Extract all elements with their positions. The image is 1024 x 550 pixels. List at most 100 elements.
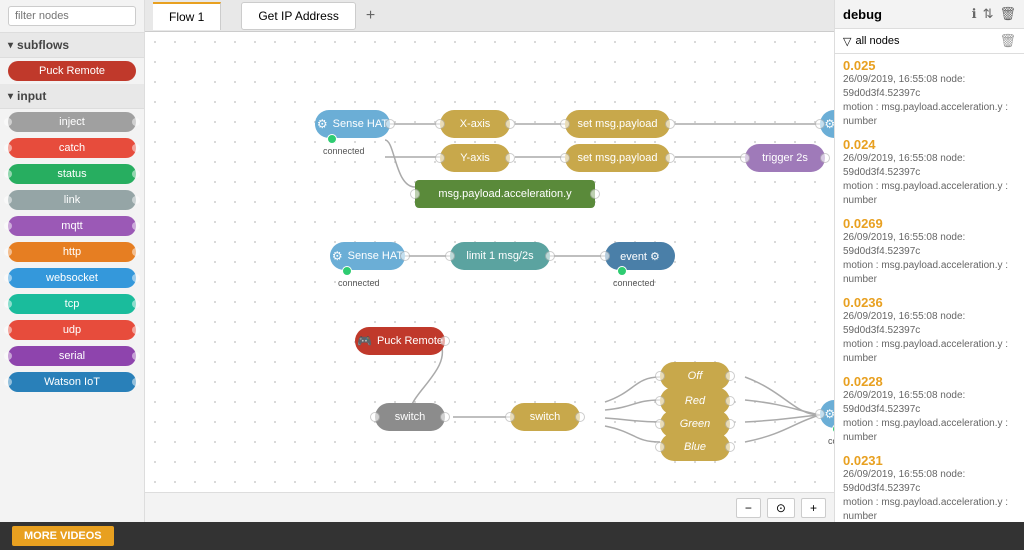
sidebar-node-inject[interactable]: inject <box>8 112 136 132</box>
x-axis-port-left <box>435 119 445 129</box>
switch1-port-right <box>440 412 450 422</box>
sidebar-node-mqtt[interactable]: mqtt <box>8 216 136 236</box>
y-axis-port-left <box>435 153 445 163</box>
debug-msg-5-node: 59d0d3f4.52397c <box>843 483 920 494</box>
blue-label: Blue <box>684 441 706 453</box>
y-axis-label: Y-axis <box>460 152 490 164</box>
event-port-left <box>600 251 610 261</box>
filter-nodes-input[interactable] <box>8 6 136 26</box>
node-sense-hat-1[interactable]: ⚙ Sense HAT connected <box>315 110 390 138</box>
red-label: Red <box>685 395 705 407</box>
canvas-body[interactable]: ⚙ Sense HAT connected X-axis set msg.pay… <box>145 32 834 492</box>
serial-port-left <box>4 352 12 360</box>
zoom-in-button[interactable]: + <box>801 498 826 518</box>
node-blue-node[interactable]: Blue <box>660 433 730 461</box>
sidebar-section-subflows[interactable]: ▾ subflows <box>0 33 144 58</box>
sidebar-node-serial[interactable]: serial <box>8 346 136 366</box>
link-label: link <box>18 194 126 206</box>
http-port-right <box>132 248 140 256</box>
sidebar-node-http[interactable]: http <box>8 242 136 262</box>
debug-msg-0-timestamp: 26/09/2019, 16:55:08 <box>843 74 938 85</box>
sidebar-filter-container <box>0 0 144 33</box>
debug-msg-1: 0.024 26/09/2019, 16:55:08 node: 59d0d3f… <box>843 137 1016 208</box>
link-port-right <box>132 196 140 204</box>
debug-msg-1-meta: 26/09/2019, 16:55:08 node: 59d0d3f4.5239… <box>843 152 1016 208</box>
node-sense-hat-3[interactable]: ⚙ Sense HAT connected <box>330 242 405 270</box>
debug-msg-0: 0.025 26/09/2019, 16:55:08 node: 59d0d3f… <box>843 58 1016 129</box>
sidebar-node-catch[interactable]: catch <box>8 138 136 158</box>
debug-msg-4-value: 0.0228 <box>843 374 1016 389</box>
debug-filter-label: all nodes <box>855 35 899 47</box>
blue-port-right <box>725 442 735 452</box>
debug-msg-3-text: motion : msg.payload.acceleration.y : nu… <box>843 339 1008 364</box>
catch-port-right <box>132 144 140 152</box>
debug-msg-5: 0.0231 26/09/2019, 16:55:08 node: 59d0d3… <box>843 453 1016 522</box>
sidebar-node-status[interactable]: status <box>8 164 136 184</box>
debug-msg-4: 0.0228 26/09/2019, 16:55:08 node: 59d0d3… <box>843 374 1016 445</box>
udp-port-left <box>4 326 12 334</box>
zoom-reset-button[interactable]: ⊙ <box>767 498 795 518</box>
subflows-label: subflows <box>17 38 69 52</box>
debug-msg-2-timestamp: 26/09/2019, 16:55:08 <box>843 232 938 243</box>
sidebar-node-udp[interactable]: udp <box>8 320 136 340</box>
debug-clear-button[interactable]: 🗑 <box>999 33 1016 49</box>
debug-msg-1-timestamp: 26/09/2019, 16:55:08 <box>843 153 938 164</box>
sense-hat-1-port-right <box>385 119 395 129</box>
set-payload-1-label: set msg.payload <box>577 118 657 130</box>
debug-msg-0-node: 59d0d3f4.52397c <box>843 88 920 99</box>
debug-msg-0-meta: 26/09/2019, 16:55:08 node: 59d0d3f4.5239… <box>843 73 1016 129</box>
node-off[interactable]: Off <box>660 362 730 390</box>
debug-msg-0-text: motion : msg.payload.acceleration.y : nu… <box>843 102 1008 127</box>
udp-port-right <box>132 326 140 334</box>
zoom-out-button[interactable]: − <box>736 498 761 518</box>
sidebar-node-link[interactable]: link <box>8 190 136 210</box>
tab-flow1[interactable]: Flow 1 <box>153 2 221 30</box>
sidebar-node-puck-remote[interactable]: Puck Remote <box>8 61 136 81</box>
debug-msg-0-value: 0.025 <box>843 58 1016 73</box>
node-trigger-2s[interactable]: trigger 2s <box>745 144 825 172</box>
canvas-container: Flow 1 Get IP Address + <box>145 0 834 522</box>
puck-remote-label: Puck Remote <box>18 65 126 77</box>
debug-msg-3-timestamp: 26/09/2019, 16:55:08 <box>843 311 938 322</box>
limit-port-left <box>445 251 455 261</box>
sidebar-node-watson-iot[interactable]: Watson IoT <box>8 372 136 392</box>
mqtt-port-right <box>132 222 140 230</box>
debug-msg-2-node: 59d0d3f4.52397c <box>843 246 920 257</box>
watson-port-right <box>132 378 140 386</box>
add-tab-button[interactable]: + <box>356 3 385 29</box>
catch-port-left <box>4 144 12 152</box>
acceleration-port-right <box>590 189 600 199</box>
node-switch-1[interactable]: switch <box>375 403 445 431</box>
puck-remote-canvas-icon: 🎮 <box>357 334 372 348</box>
node-set-payload-1[interactable]: set msg.payload <box>565 110 670 138</box>
node-y-axis[interactable]: Y-axis <box>440 144 510 172</box>
node-acceleration-y[interactable]: msg.payload.acceleration.y <box>415 180 595 208</box>
link-port-left <box>4 196 12 204</box>
debug-msg-1-text: motion : msg.payload.acceleration.y : nu… <box>843 181 1008 206</box>
switch1-label: switch <box>395 411 426 423</box>
watson-iot-label: Watson IoT <box>18 376 126 388</box>
node-limit-1msg[interactable]: limit 1 msg/2s <box>450 242 550 270</box>
sidebar: ▾ subflows Puck Remote ▾ input inject ca… <box>0 0 145 522</box>
node-set-payload-2[interactable]: set msg.payload <box>565 144 670 172</box>
filter-icon[interactable]: ⇅ <box>983 6 994 22</box>
node-event[interactable]: event ⚙ connected <box>605 242 675 270</box>
info-icon[interactable]: ℹ <box>972 6 977 22</box>
app: ▾ subflows Puck Remote ▾ input inject ca… <box>0 0 1024 550</box>
switch2-port-left <box>505 412 515 422</box>
node-x-axis[interactable]: X-axis <box>440 110 510 138</box>
x-axis-label: X-axis <box>460 118 491 130</box>
tab-get-ip[interactable]: Get IP Address <box>241 2 356 30</box>
sidebar-section-input[interactable]: ▾ input <box>0 84 144 109</box>
http-port-left <box>4 248 12 256</box>
sense-hat-1-label: Sense HAT <box>333 118 388 130</box>
more-videos-button[interactable]: MORE VIDEOS <box>12 526 114 546</box>
sense-hat-2-port-left <box>815 119 825 129</box>
node-switch-2[interactable]: switch <box>510 403 580 431</box>
sidebar-node-tcp[interactable]: tcp <box>8 294 136 314</box>
node-puck-remote-canvas[interactable]: 🎮 Puck Remote <box>355 327 445 355</box>
sidebar-node-websocket[interactable]: websocket <box>8 268 136 288</box>
event-label: event ⚙ <box>620 250 660 263</box>
debug-messages: 0.025 26/09/2019, 16:55:08 node: 59d0d3f… <box>835 54 1024 522</box>
trash-icon[interactable]: 🗑 <box>999 6 1016 22</box>
